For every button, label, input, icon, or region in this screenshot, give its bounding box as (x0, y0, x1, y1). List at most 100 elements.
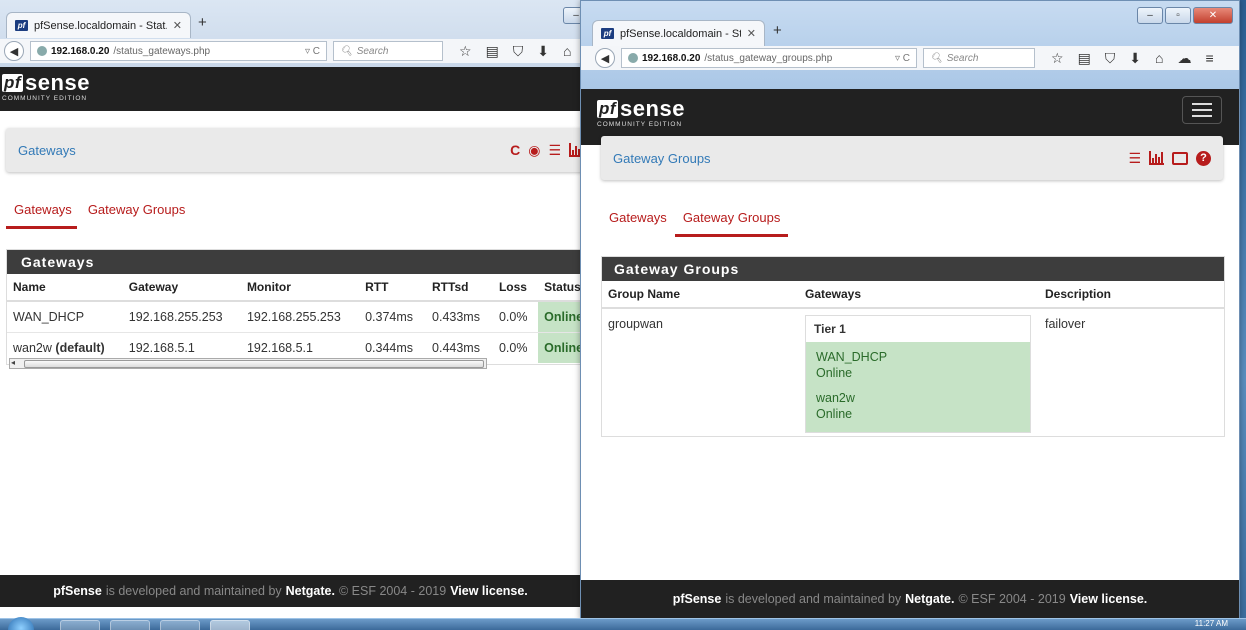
table-row: groupwan Tier 1 WAN_DHCP Online wan2w On… (602, 307, 1224, 433)
status-tabs: Gateways Gateway Groups (6, 202, 193, 229)
breadcrumb-gateway-groups[interactable]: Gateway Groups (613, 151, 711, 166)
search-input[interactable]: 🔍︎ Search (333, 41, 443, 61)
site-info-icon[interactable] (628, 53, 638, 63)
home-icon[interactable]: ⌂ (563, 43, 571, 60)
taskbar-app-button[interactable] (110, 620, 150, 630)
footer-text: is developed and maintained by (105, 584, 282, 598)
column-header[interactable]: Description (1039, 281, 1224, 309)
panel-title: Gateway Groups (602, 257, 1224, 281)
column-header[interactable]: Loss (492, 274, 539, 302)
search-placeholder: Search (356, 45, 389, 57)
horizontal-scrollbar[interactable]: ◂ (9, 358, 487, 369)
dropdown-reload-icon[interactable]: ▿ C (305, 46, 320, 57)
url-bar[interactable]: 192.168.0.20 /status_gateway_groups.php … (621, 48, 917, 68)
hamburger-menu-icon[interactable] (1182, 96, 1222, 124)
chat-icon[interactable]: ☁ (1178, 50, 1192, 67)
reading-list-icon[interactable]: ▤ (486, 43, 499, 60)
column-header[interactable]: Gateways (799, 281, 1039, 309)
footer-license-link[interactable]: View license. (1070, 592, 1148, 606)
home-icon[interactable]: ⌂ (1155, 50, 1163, 67)
footer-license-link[interactable]: View license. (450, 584, 528, 598)
footer-company-link[interactable]: Netgate. (286, 584, 335, 598)
breadcrumb-gateways[interactable]: Gateways (18, 143, 76, 158)
url-bar[interactable]: 192.168.0.20 /status_gateways.php ▿ C (30, 41, 327, 61)
tier-members: WAN_DHCP Online wan2w Online (806, 342, 1030, 432)
column-header[interactable]: Group Name (602, 281, 799, 309)
chart-icon[interactable] (1149, 151, 1164, 165)
tab-gateways[interactable]: Gateways (6, 202, 80, 229)
taskbar-app-button[interactable] (160, 620, 200, 630)
gateways-panel: Gateways Name Gateway Monitor RTT RTTsd … (6, 249, 581, 369)
browser-tab[interactable]: pf pfSense.localdomain - Stat... ✕ (592, 20, 765, 46)
list-item: WAN_DHCP Online (816, 350, 888, 380)
gateways-table: Name Gateway Monitor RTT RTTsd Loss Stat… (7, 274, 581, 363)
toolbar-icons: ☆ ▤ ⛉ ⬇ ⌂ (459, 43, 572, 60)
rttsd-value: 0.433ms (426, 300, 493, 333)
browser-tab[interactable]: pf pfSense.localdomain - Stat... ✕ (6, 12, 191, 38)
scroll-left-icon[interactable]: ◂ (11, 358, 15, 367)
minimize-icon[interactable]: ‒ (1137, 7, 1163, 24)
windows-taskbar: 11:27 AM (0, 617, 1246, 630)
taskbar-clock: 11:27 AM (1194, 619, 1228, 628)
pfsense-logo[interactable]: pf sense COMMUNITY EDITION (2, 72, 90, 102)
footer-product[interactable]: pfSense (673, 592, 722, 606)
navigation-bar: ◀ 192.168.0.20 /status_gateways.php ▿ C … (0, 39, 581, 63)
column-header[interactable]: RTTsd (426, 274, 493, 302)
footer-copyright: © ESF 2004 - 2019 (958, 592, 1066, 606)
tab-gateway-groups[interactable]: Gateway Groups (674, 210, 789, 237)
new-tab-icon[interactable]: + (773, 22, 782, 39)
download-icon[interactable]: ⬇ (537, 43, 549, 60)
dropdown-reload-icon[interactable]: ▿ C (895, 53, 910, 64)
pfsense-logo[interactable]: pf sense COMMUNITY EDITION (597, 98, 685, 128)
settings-sliders-icon[interactable]: ☰ (1128, 150, 1141, 167)
status-badge: Online (538, 300, 581, 333)
taskbar-firefox-button[interactable] (210, 620, 250, 630)
tab-gateways[interactable]: Gateways (601, 210, 675, 237)
start-button-icon[interactable] (8, 617, 34, 630)
menu-icon[interactable]: ≡ (1206, 50, 1214, 67)
site-info-icon[interactable] (37, 46, 47, 56)
stop-icon[interactable]: ◉ (528, 142, 540, 159)
loss-value: 0.0% (492, 300, 539, 333)
bookmark-star-icon[interactable]: ☆ (1051, 50, 1064, 67)
bookmark-star-icon[interactable]: ☆ (459, 43, 472, 60)
column-header[interactable]: Name (7, 274, 123, 302)
column-header[interactable]: Monitor (240, 274, 360, 302)
new-tab-icon[interactable]: + (198, 14, 207, 31)
back-arrow-icon[interactable]: ◀ (595, 48, 615, 68)
tab-close-icon[interactable]: ✕ (747, 27, 756, 40)
scrollbar-thumb[interactable] (24, 360, 484, 368)
status-tabs: Gateways Gateway Groups (601, 210, 788, 237)
panel-title: Gateways (7, 250, 581, 274)
footer-copyright: © ESF 2004 - 2019 (338, 584, 447, 598)
close-window-icon[interactable]: ✕ (1193, 7, 1233, 24)
help-icon[interactable]: ? (1196, 150, 1211, 166)
back-arrow-icon[interactable]: ◀ (4, 41, 24, 61)
footer-company-link[interactable]: Netgate. (905, 592, 954, 606)
list-item: wan2w Online (816, 391, 855, 421)
group-description: failover (1039, 307, 1224, 433)
taskbar-app-button[interactable] (60, 620, 100, 630)
status-badge: Online (538, 332, 581, 363)
settings-sliders-icon[interactable]: ☰ (548, 142, 561, 159)
tab-gateway-groups[interactable]: Gateway Groups (80, 202, 194, 229)
pfsense-favicon-icon: pf (601, 28, 614, 39)
browser-window-right: pf pfSense.localdomain - Stat... ✕ + ‒ ▫… (580, 0, 1240, 620)
footer-product[interactable]: pfSense (53, 584, 102, 598)
tier-label: Tier 1 (806, 316, 1030, 342)
reading-list-icon[interactable]: ▤ (1078, 50, 1091, 67)
column-header[interactable]: Gateway (122, 274, 241, 302)
pocket-icon[interactable]: ⛉ (513, 43, 524, 60)
window-controls: ‒ ▫ ✕ (1137, 7, 1233, 24)
column-header[interactable]: RTT (359, 274, 427, 302)
download-icon[interactable]: ⬇ (1129, 50, 1141, 67)
pocket-icon[interactable]: ⛉ (1105, 50, 1116, 67)
column-header[interactable]: Status (538, 274, 581, 302)
url-host: 192.168.0.20 (642, 52, 701, 64)
search-input[interactable]: 🔍︎ Search (923, 48, 1035, 68)
table-icon[interactable] (1172, 151, 1188, 165)
maximize-icon[interactable]: ▫ (1165, 7, 1191, 24)
tab-close-icon[interactable]: ✕ (173, 19, 182, 32)
breadcrumb-actions: ☰ ? (1128, 150, 1211, 167)
reload-icon[interactable]: C (510, 142, 520, 158)
